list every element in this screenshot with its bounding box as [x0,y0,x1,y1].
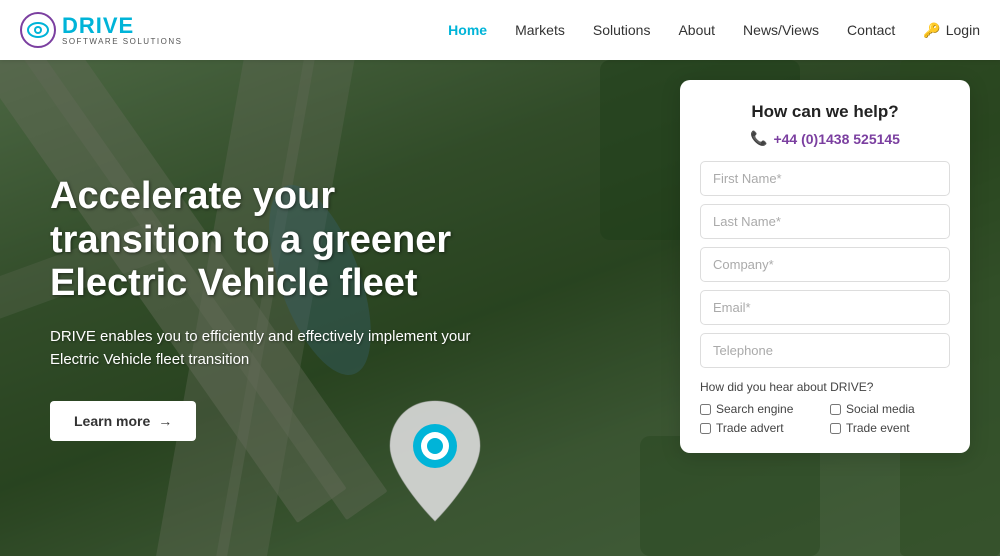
logo-icon [20,12,56,48]
logo-brand: DRIVE [62,15,183,37]
logo[interactable]: DRIVE SOFTWARE SOLUTIONS [20,12,183,48]
nav-home[interactable]: Home [448,22,487,38]
checkbox-search[interactable]: Search engine [700,402,820,416]
header: DRIVE SOFTWARE SOLUTIONS Home Markets So… [0,0,1000,60]
hero-subtitle: DRIVE enables you to efficiently and eff… [50,326,490,371]
email-input[interactable] [700,290,950,325]
nav-about[interactable]: About [678,22,715,38]
checkbox-social-input[interactable] [830,404,841,415]
checkbox-trade-advert-input[interactable] [700,423,711,434]
last-name-input[interactable] [700,204,950,239]
hero-section: Accelerate your transition to a greener … [0,60,1000,556]
checkbox-trade-event[interactable]: Trade event [830,421,950,435]
nav-news[interactable]: News/Views [743,22,819,38]
logo-text: DRIVE SOFTWARE SOLUTIONS [62,15,183,46]
checkbox-search-input[interactable] [700,404,711,415]
nav-contact[interactable]: Contact [847,22,895,38]
hear-about-label: How did you hear about DRIVE? [700,380,950,394]
login-icon: 🔑 [923,22,940,39]
contact-form-card: How can we help? 📞 +44 (0)1438 525145 Ho… [680,80,970,453]
phone-icon: 📞 [750,130,767,147]
checkbox-trade-event-input[interactable] [830,423,841,434]
main-nav: Home Markets Solutions About News/Views … [448,22,980,39]
checkbox-social[interactable]: Social media [830,402,950,416]
telephone-input[interactable] [700,333,950,368]
company-input[interactable] [700,247,950,282]
nav-markets[interactable]: Markets [515,22,565,38]
first-name-input[interactable] [700,161,950,196]
hear-about-checkboxes: Search engine Social media Trade advert … [700,402,950,435]
learn-more-button[interactable]: Learn more → [50,401,196,441]
form-title: How can we help? [700,102,950,122]
hero-title: Accelerate your transition to a greener … [50,175,510,306]
form-phone[interactable]: 📞 +44 (0)1438 525145 [700,130,950,147]
checkbox-trade-advert[interactable]: Trade advert [700,421,820,435]
logo-subtitle: SOFTWARE SOLUTIONS [62,37,183,46]
nav-login[interactable]: 🔑 Login [923,22,980,39]
nav-solutions[interactable]: Solutions [593,22,651,38]
map-pin-decoration [380,396,490,526]
